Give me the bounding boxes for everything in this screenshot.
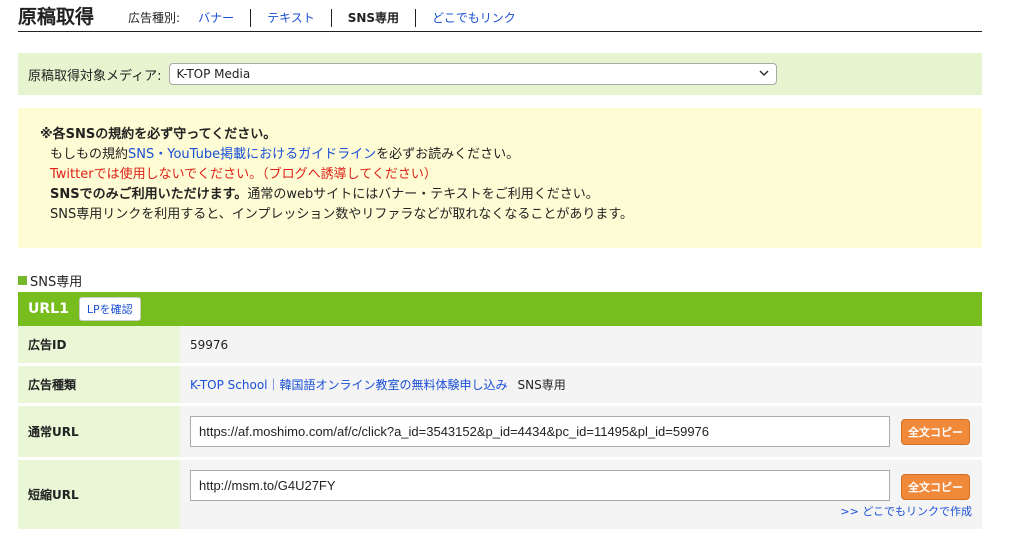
- url-block-title: URL1: [28, 301, 69, 317]
- ad-type-suffix: SNS専用: [517, 378, 566, 392]
- notice-line-guideline: もしもの規約SNS・YouTube掲載におけるガイドラインを必ずお読みください。: [40, 145, 982, 165]
- page-title: 原稿取得: [18, 6, 95, 28]
- ad-type-row-label: 広告種類: [18, 366, 180, 403]
- section-title-text: SNS専用: [30, 275, 83, 290]
- copy-normal-url-button[interactable]: 全文コピー: [901, 418, 970, 445]
- short-url-label: 短縮URL: [18, 460, 180, 529]
- normal-url-cell: https://af.moshimo.com/af/c/click?a_id=3…: [180, 406, 982, 457]
- ad-type-tabs: バナー テキスト SNS専用 どこでもリンク: [192, 6, 532, 27]
- anywhere-link-create-link[interactable]: >> どこでもリンクで作成: [840, 503, 972, 519]
- green-square-icon: [18, 276, 27, 285]
- guideline-link[interactable]: SNS・YouTube掲載におけるガイドライン: [128, 147, 376, 162]
- notice-line-sns-only: SNSでのみご利用いただけます。通常のwebサイトにはバナー・テキストをご利用く…: [40, 185, 982, 205]
- ad-type-value: K-TOP School｜韓国語オンライン教室の無料体験申し込み SNS専用: [180, 366, 982, 403]
- section-title: SNS専用: [18, 271, 82, 290]
- table-row: 短縮URL http://msm.to/G4U27FY 全文コピー >> どこで…: [18, 460, 982, 532]
- notice-line1-suffix: を必ずお読みください。: [376, 147, 520, 162]
- tab-sns[interactable]: SNS専用: [330, 9, 415, 27]
- ad-id-label: 広告ID: [18, 326, 180, 363]
- short-url-field[interactable]: http://msm.to/G4U27FY: [190, 470, 890, 501]
- notice-line3-bold: SNSでのみご利用いただけます。: [50, 187, 248, 202]
- notice-box: ※各SNSの規約を必ず守ってください。 もしもの規約SNS・YouTube掲載に…: [18, 108, 982, 248]
- normal-url-label: 通常URL: [18, 406, 180, 457]
- notice-twitter-warning: Twitterでは使用しないでください。（ブログへ誘導してください）: [50, 167, 437, 182]
- ad-id-value: 59976: [180, 326, 982, 363]
- table-row: 通常URL https://af.moshimo.com/af/c/click?…: [18, 406, 982, 460]
- tab-text[interactable]: テキスト: [250, 9, 331, 27]
- media-selector-bar: 原稿取得対象メディア: K-TOP Media: [18, 53, 982, 95]
- copy-short-url-button[interactable]: 全文コピー: [901, 474, 970, 500]
- url-block-header: URL1 LPを確認: [18, 292, 982, 326]
- notice-line1-prefix: もしもの規約: [50, 147, 129, 162]
- notice-impression-warning: SNS専用リンクを利用すると、インプレッション数やリファラなどが取れなくなること…: [50, 207, 634, 222]
- ad-type-link[interactable]: K-TOP School｜韓国語オンライン教室の無料体験申し込み: [190, 376, 508, 393]
- notice-title: ※各SNSの規約を必ず守ってください。: [40, 127, 277, 142]
- media-select[interactable]: K-TOP Media: [169, 63, 778, 85]
- lp-confirm-button[interactable]: LPを確認: [78, 297, 141, 321]
- table-row: 広告ID 59976: [18, 326, 982, 366]
- notice-line3-rest: 通常のwebサイトにはバナー・テキストをご利用ください。: [247, 187, 599, 202]
- tab-banner[interactable]: バナー: [192, 9, 250, 27]
- ad-type-label: 広告種別:: [128, 11, 181, 25]
- media-select-value: K-TOP Media: [176, 67, 251, 81]
- chevron-down-icon: [759, 70, 770, 77]
- table-row: 広告種類 K-TOP School｜韓国語オンライン教室の無料体験申し込み SN…: [18, 366, 982, 406]
- media-label: 原稿取得対象メディア:: [28, 68, 162, 84]
- normal-url-field[interactable]: https://af.moshimo.com/af/c/click?a_id=3…: [190, 416, 890, 447]
- page-header: 原稿取得 広告種別: バナー テキスト SNS専用 どこでもリンク: [18, 6, 982, 32]
- url-detail-table: 広告ID 59976 広告種類 K-TOP School｜韓国語オンライン教室の…: [18, 326, 982, 532]
- short-url-cell: http://msm.to/G4U27FY 全文コピー >> どこでもリンクで作…: [180, 460, 982, 529]
- tab-anywhere-link[interactable]: どこでもリンク: [415, 9, 532, 27]
